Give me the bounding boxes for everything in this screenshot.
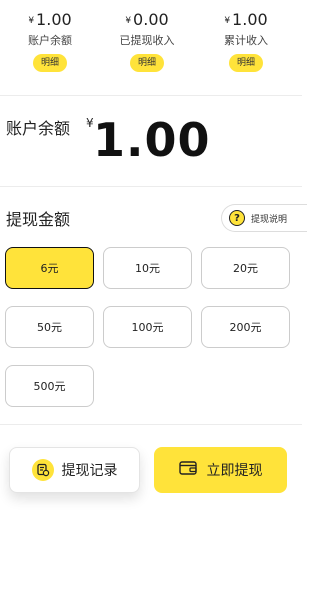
divider (0, 424, 302, 425)
stat-amount-value: 1.00 (232, 10, 268, 29)
balance-label: 账户余额 (6, 119, 71, 138)
stat-withdrawn-income: ¥0.00 已提现收入 明细 (97, 10, 197, 72)
wallet-icon (178, 460, 197, 480)
withdraw-now-button[interactable]: 立即提现 (154, 447, 287, 493)
withdraw-explain-label: 提现说明 (251, 214, 288, 225)
withdraw-record-label: 提现记录 (61, 463, 118, 479)
record-icon (31, 459, 54, 481)
stat-account-balance: ¥1.00 账户余额 明细 (0, 10, 100, 72)
stat-amount: ¥1.00 (196, 10, 296, 30)
stat-amount: ¥0.00 (97, 10, 197, 30)
amount-option-200[interactable]: 200元 (201, 306, 290, 348)
stat-total-income: ¥1.00 累计收入 明细 (196, 10, 296, 72)
divider (0, 186, 302, 187)
currency-symbol: ¥ (28, 16, 35, 26)
stat-label: 累计收入 (224, 34, 268, 47)
amount-option-100[interactable]: 100元 (103, 306, 192, 348)
withdraw-record-button[interactable]: 提现记录 (9, 447, 140, 493)
stat-amount: ¥1.00 (0, 10, 100, 30)
stat-label: 账户余额 (28, 34, 72, 47)
amount-option-20[interactable]: 20元 (201, 247, 290, 289)
currency-symbol: ¥ (224, 16, 231, 26)
amount-option-500[interactable]: 500元 (5, 365, 94, 407)
withdraw-explain-button[interactable]: ? 提现说明 (221, 204, 307, 232)
question-icon: ? (229, 210, 245, 226)
balance-amount: 1.00 (93, 113, 211, 167)
stat-amount-value: 0.00 (133, 10, 169, 29)
stat-amount-value: 1.00 (36, 10, 72, 29)
amount-option-6[interactable]: 6元 (5, 247, 94, 289)
detail-badge-button[interactable]: 明细 (228, 54, 263, 72)
detail-badge-button[interactable]: 明细 (129, 54, 164, 72)
currency-symbol: ¥ (125, 16, 132, 26)
divider (0, 95, 302, 96)
withdraw-now-label: 立即提现 (206, 463, 263, 479)
detail-badge-button[interactable]: 明细 (32, 54, 67, 72)
amount-option-50[interactable]: 50元 (5, 306, 94, 348)
amount-option-10[interactable]: 10元 (103, 247, 192, 289)
stats-summary: ¥1.00 账户余额 明细 ¥0.00 已提现收入 明细 ¥1.00 累计收入 … (0, 0, 310, 96)
withdraw-amount-title: 提现金额 (6, 210, 71, 229)
stat-label: 已提现收入 (119, 34, 175, 47)
